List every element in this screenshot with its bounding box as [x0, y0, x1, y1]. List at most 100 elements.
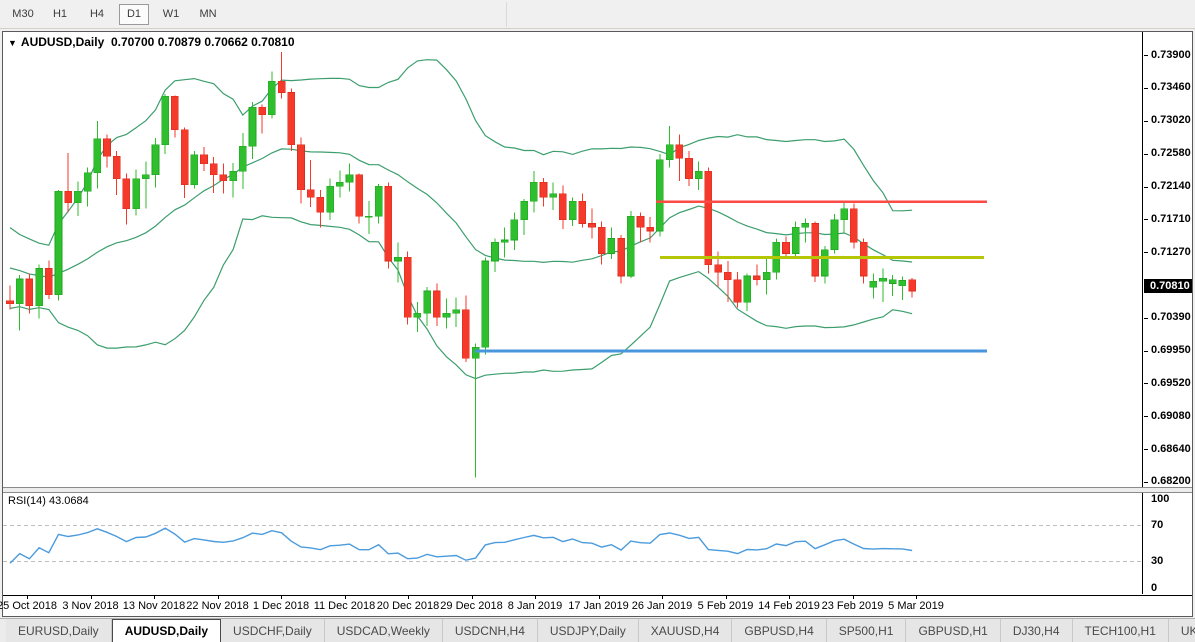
timeframe-button-w1[interactable]: W1 — [156, 4, 186, 25]
chart-tab-xauusd-h4[interactable]: XAUUSD,H4 — [639, 619, 733, 642]
chart-tab-gbpusd-h1[interactable]: GBPUSD,H1 — [906, 619, 1000, 642]
candle-body — [647, 227, 654, 231]
candle-down — [753, 265, 760, 286]
price-axis-tick — [1144, 252, 1148, 253]
rsi-value: 43.0684 — [49, 495, 89, 507]
rsi-axis-label: 100 — [1151, 493, 1169, 505]
candle-down — [637, 212, 644, 242]
price-axis-tick — [1144, 351, 1148, 352]
candle-down — [201, 147, 208, 171]
chart-tab-sp500-h1[interactable]: SP500,H1 — [827, 619, 907, 642]
price-axis[interactable]: 0.70810 0.739000.734600.730200.725800.72… — [1144, 32, 1192, 487]
chart-tab-usdcnh-h4[interactable]: USDCNH,H4 — [443, 619, 538, 642]
candle-up — [142, 161, 149, 208]
price-axis-label: 0.73460 — [1151, 81, 1191, 93]
date-axis-tick — [662, 596, 663, 599]
candle-body — [317, 197, 324, 212]
candle-body — [94, 139, 101, 173]
timeframe-button-h4[interactable]: H4 — [82, 4, 112, 25]
candle-down — [598, 221, 605, 264]
chart-tab-usdchf-daily[interactable]: USDCHF,Daily — [221, 619, 325, 642]
candle-down — [812, 221, 819, 282]
candle-up — [511, 212, 518, 249]
candle-up — [16, 275, 23, 330]
candle-up — [472, 343, 479, 477]
candle-body — [821, 250, 828, 276]
date-axis-tick — [345, 596, 346, 599]
chart-tab-dj30-h4[interactable]: DJ30,H4 — [1001, 619, 1073, 642]
candle-body — [618, 239, 625, 276]
rsi-axis[interactable]: 10070300 — [1144, 493, 1192, 594]
candle-up — [482, 257, 489, 354]
candle-body — [395, 257, 402, 261]
candle-body — [259, 107, 266, 114]
candle-body — [841, 209, 848, 220]
candle-body — [74, 191, 81, 202]
timeframe-button-m30[interactable]: M30 — [8, 4, 38, 25]
candle-body — [880, 278, 887, 281]
ohlc-open: 0.70700 — [111, 35, 154, 49]
main-price-panel[interactable]: ▼AUDUSD,Daily 0.70700 0.70879 0.70662 0.… — [3, 32, 1143, 487]
chart-window: ▼AUDUSD,Daily 0.70700 0.70879 0.70662 0.… — [2, 31, 1193, 617]
candle-body — [220, 175, 227, 181]
date-axis-tick — [408, 596, 409, 599]
candle-up — [375, 184, 382, 224]
candle-down — [298, 137, 305, 203]
rsi-panel[interactable]: RSI(14) 43.0684 — [3, 493, 1143, 594]
date-axis-label: 17 Jan 2019 — [568, 600, 629, 612]
chart-tab-tech100-h1[interactable]: TECH100,H1 — [1073, 619, 1169, 642]
timeframe-button-d1[interactable]: D1 — [119, 4, 149, 25]
candle-body — [540, 182, 547, 197]
candle-body — [45, 268, 52, 294]
date-axis-tick — [789, 596, 790, 599]
chart-tab-gbpusd-h4[interactable]: GBPUSD,H4 — [732, 619, 826, 642]
date-axis-label: 1 Dec 2018 — [253, 600, 309, 612]
price-axis-tick — [1144, 219, 1148, 220]
candle-body — [65, 191, 72, 202]
candle-body — [201, 155, 208, 164]
price-axis-tick — [1144, 318, 1148, 319]
candle-body — [210, 164, 217, 175]
timeframe-button-h1[interactable]: H1 — [45, 4, 75, 25]
chart-tab-audusd-daily[interactable]: AUDUSD,Daily — [112, 619, 221, 642]
candle-up — [424, 287, 431, 326]
candle-body — [889, 280, 896, 284]
candle-body — [433, 291, 440, 317]
candle-down — [734, 272, 741, 307]
candle-down — [307, 160, 314, 207]
candle-body — [104, 139, 111, 156]
date-axis-tick — [726, 596, 727, 599]
ohlc-low: 0.70662 — [204, 35, 247, 49]
chart-tab-usdcad-weekly[interactable]: USDCAD,Weekly — [325, 619, 443, 642]
price-axis-tick — [1144, 88, 1148, 89]
candle-body — [676, 145, 683, 158]
candle-body — [608, 239, 615, 254]
candle-up — [492, 239, 499, 273]
date-axis-label: 8 Jan 2019 — [508, 600, 562, 612]
date-axis-label: 23 Feb 2019 — [822, 600, 884, 612]
chart-tab-ukc[interactable]: UKC — [1169, 619, 1195, 642]
candle-body — [501, 240, 508, 242]
candle-down — [171, 95, 178, 137]
date-axis-label: 29 Dec 2018 — [440, 600, 502, 612]
candle-up — [656, 154, 663, 236]
candle-up — [443, 298, 450, 328]
date-axis-tick — [218, 596, 219, 599]
candle-down — [45, 260, 52, 299]
candle-up — [627, 211, 634, 278]
candle-up — [162, 94, 169, 154]
date-axis[interactable]: 25 Oct 20183 Nov 201813 Nov 201822 Nov 2… — [3, 595, 1192, 616]
symbol-dropdown-icon[interactable]: ▼ — [8, 38, 17, 48]
price-axis-label: 0.72580 — [1151, 147, 1191, 159]
candle-down — [356, 173, 363, 223]
candle-down — [783, 236, 790, 258]
date-axis-tick — [853, 596, 854, 599]
candle-body — [7, 301, 14, 304]
chart-tab-usdjpy-daily[interactable]: USDJPY,Daily — [538, 619, 639, 642]
candle-body — [346, 175, 353, 182]
candle-body — [36, 268, 43, 305]
date-axis-label: 13 Nov 2018 — [123, 600, 185, 612]
timeframe-button-mn[interactable]: MN — [193, 4, 223, 25]
chart-tab-eurusd-daily[interactable]: EURUSD,Daily — [6, 619, 112, 642]
price-axis-tick — [1144, 482, 1148, 483]
